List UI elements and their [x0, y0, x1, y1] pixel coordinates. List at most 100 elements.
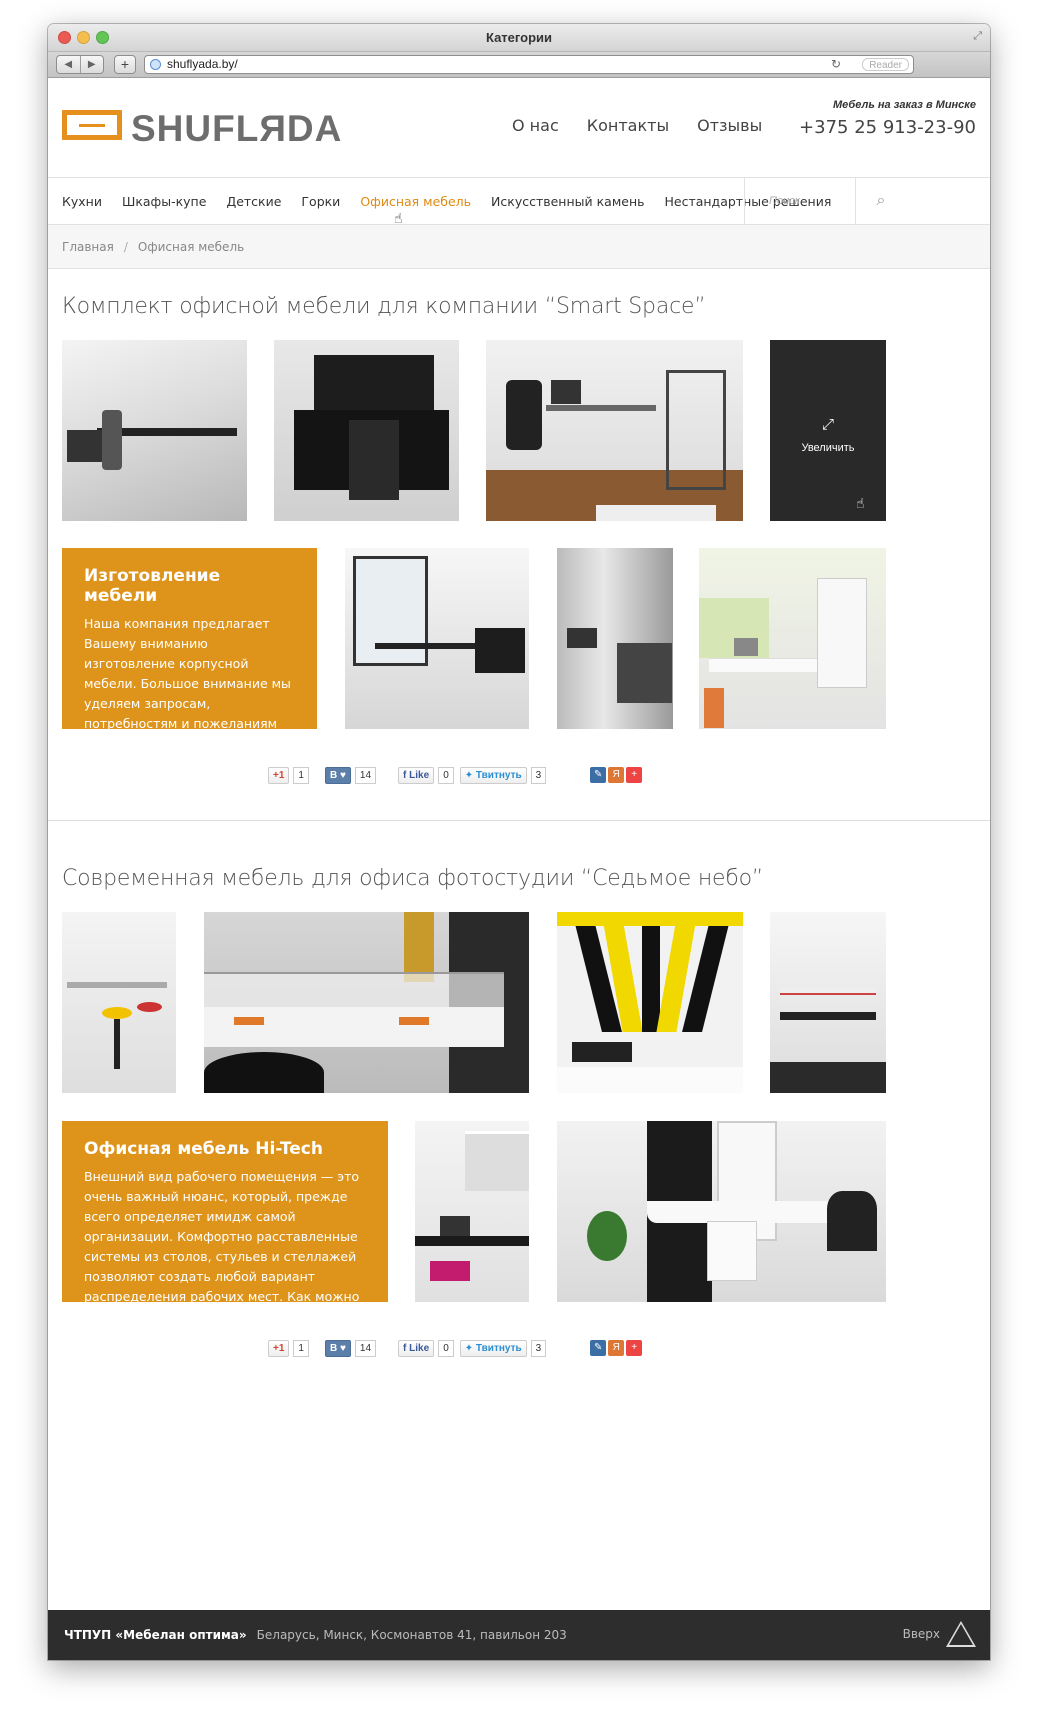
- breadcrumb-home[interactable]: Главная: [62, 240, 114, 254]
- fb-like-label: Like: [409, 1342, 430, 1354]
- tweet-label: Твитнуть: [475, 769, 522, 781]
- twitter-icon: ✦: [464, 769, 474, 781]
- gallery-photo[interactable]: [62, 912, 176, 1093]
- globe-icon: [150, 59, 161, 70]
- category-kids[interactable]: Детские: [226, 194, 281, 209]
- gplus-count: 1: [293, 766, 309, 784]
- reader-button[interactable]: Reader: [862, 58, 909, 71]
- facebook-icon: f: [403, 769, 407, 781]
- site-header: SHUFLЯDA О нас Контакты Отзывы Мебель на…: [48, 78, 990, 178]
- category-kitchens[interactable]: Кухни: [62, 194, 102, 209]
- breadcrumb-current: Офисная мебель: [137, 239, 245, 254]
- forward-icon[interactable]: ▶: [81, 56, 104, 73]
- add-bookmark-button[interactable]: +: [114, 55, 136, 74]
- gallery-photo[interactable]: [204, 912, 529, 1093]
- gallery-photo[interactable]: [415, 1121, 529, 1302]
- reload-icon[interactable]: ↻: [831, 56, 841, 73]
- web-page: SHUFLЯDA О нас Контакты Отзывы Мебель на…: [48, 78, 990, 1660]
- info-box-heading: Изготовление мебели: [84, 566, 221, 606]
- header-tagline: Мебель на заказ в Минске: [833, 99, 976, 111]
- vk-label: В: [329, 769, 338, 781]
- zoom-label: Увеличить: [801, 442, 855, 454]
- livejournal-icon[interactable]: ✎: [590, 767, 607, 783]
- back-icon[interactable]: ◀: [57, 56, 81, 73]
- gallery-photo[interactable]: [770, 912, 886, 1093]
- gallery-photo[interactable]: [345, 548, 529, 729]
- gallery-photo[interactable]: [557, 548, 673, 729]
- share-bar: +1 1 В ♥ 14 f Like 0 ✦ Твитнуть 3 ✎ Я +: [268, 766, 643, 784]
- vk-count: 14: [354, 1339, 377, 1357]
- fb-like-button[interactable]: f Like: [398, 766, 435, 784]
- gallery-photo[interactable]: [62, 340, 247, 521]
- breadcrumb-separator: /: [123, 239, 128, 254]
- breadcrumb: Главная / Офисная мебель: [48, 225, 990, 269]
- extra-share-icons: ✎ Я +: [590, 767, 643, 783]
- gallery-photo[interactable]: [557, 1121, 886, 1302]
- nav-contacts[interactable]: Контакты: [587, 116, 669, 135]
- tweet-label: Твитнуть: [475, 1342, 522, 1354]
- zoom-overlay[interactable]: ⤢ Увеличить: [770, 340, 886, 521]
- back-to-top-button[interactable]: Вверх: [903, 1621, 976, 1647]
- nav-about[interactable]: О нас: [512, 116, 559, 135]
- fb-like-button[interactable]: f Like: [398, 1339, 435, 1357]
- up-arrow-icon: [946, 1621, 976, 1647]
- facebook-icon: f: [403, 1342, 407, 1354]
- yandex-icon[interactable]: Я: [608, 1340, 625, 1356]
- vk-button[interactable]: В ♥: [324, 1339, 351, 1357]
- search-icon[interactable]: ⌕: [858, 178, 904, 224]
- history-buttons: ◀ ▶: [56, 55, 104, 74]
- gallery-photo-hover[interactable]: ⤢ Увеличить ☝: [770, 340, 886, 521]
- top-nav: О нас Контакты Отзывы: [512, 116, 762, 135]
- gallery-photo[interactable]: [274, 340, 459, 521]
- expand-icon: ⤢: [821, 416, 834, 433]
- livejournal-icon[interactable]: ✎: [590, 1340, 607, 1356]
- gallery-photo[interactable]: [557, 912, 743, 1093]
- info-box: Изготовление мебели Наша компания предла…: [62, 548, 317, 811]
- fb-count: 0: [438, 766, 454, 784]
- browser-window: Категории ⤢ ◀ ▶ + shuflyada.by/ ↻ Reader…: [48, 24, 990, 1660]
- hand-cursor-icon: ☝: [856, 495, 865, 511]
- logo-text[interactable]: SHUFLЯDA: [131, 108, 342, 150]
- section-2-title: Современная мебель для офиса фотостудии …: [62, 866, 764, 891]
- search-input[interactable]: Поиск: [744, 178, 856, 224]
- tweet-count: 3: [530, 1339, 547, 1357]
- address-bar[interactable]: shuflyada.by/ ↻ Reader: [144, 55, 914, 74]
- logo-icon[interactable]: [62, 110, 122, 140]
- footer-company: ЧТПУП «Мебелан оптима»: [64, 1628, 247, 1642]
- twitter-icon: ✦: [464, 1342, 474, 1354]
- gplus-button[interactable]: +1: [268, 1339, 290, 1357]
- category-wardrobes[interactable]: Шкафы-купе: [122, 194, 206, 209]
- yandex-icon[interactable]: Я: [608, 767, 625, 783]
- vk-label: В: [329, 1342, 338, 1354]
- extra-share-icons: ✎ Я +: [590, 1340, 643, 1356]
- category-cabinets[interactable]: Горки: [301, 194, 340, 209]
- pointer-cursor-icon: ☝: [394, 210, 403, 226]
- category-stone[interactable]: Искусственный камень: [491, 194, 644, 209]
- gplus-count: 1: [293, 1339, 309, 1357]
- vk-count: 14: [354, 766, 377, 784]
- gallery-photo[interactable]: [486, 340, 743, 521]
- window-title: Категории: [485, 30, 553, 45]
- more-share-icon[interactable]: +: [626, 1340, 643, 1356]
- url-text: shuflyada.by/: [167, 57, 238, 71]
- category-office[interactable]: Офисная мебель: [360, 194, 471, 209]
- tweet-button[interactable]: ✦ Твитнуть: [459, 1339, 527, 1357]
- fullscreen-icon[interactable]: ⤢: [973, 30, 982, 43]
- fb-count: 0: [438, 1339, 454, 1357]
- info-box-text: Внешний вид рабочего помещения — это оче…: [84, 1169, 360, 1324]
- more-share-icon[interactable]: +: [626, 767, 643, 783]
- info-box-text: Наша компания предлагает Вашему вниманию…: [84, 616, 291, 811]
- fb-like-label: Like: [409, 769, 430, 781]
- nav-reviews[interactable]: Отзывы: [697, 116, 762, 135]
- section-divider: [48, 820, 990, 821]
- vk-button[interactable]: В ♥: [324, 766, 351, 784]
- heart-icon: ♥: [339, 1342, 346, 1354]
- title-bar: Категории ⤢: [48, 24, 990, 52]
- site-footer: ЧТПУП «Мебелан оптима» Беларусь, Минск, …: [48, 1610, 990, 1660]
- info-box-heading: Офисная мебель Hi-Tech: [84, 1139, 323, 1159]
- header-phone[interactable]: +375 25 913-23-90: [799, 117, 976, 138]
- section-1-title: Комплект офисной мебели для компании “Sm…: [62, 294, 706, 319]
- gplus-button[interactable]: +1: [268, 766, 290, 784]
- tweet-button[interactable]: ✦ Твитнуть: [459, 766, 527, 784]
- gallery-photo[interactable]: [699, 548, 886, 729]
